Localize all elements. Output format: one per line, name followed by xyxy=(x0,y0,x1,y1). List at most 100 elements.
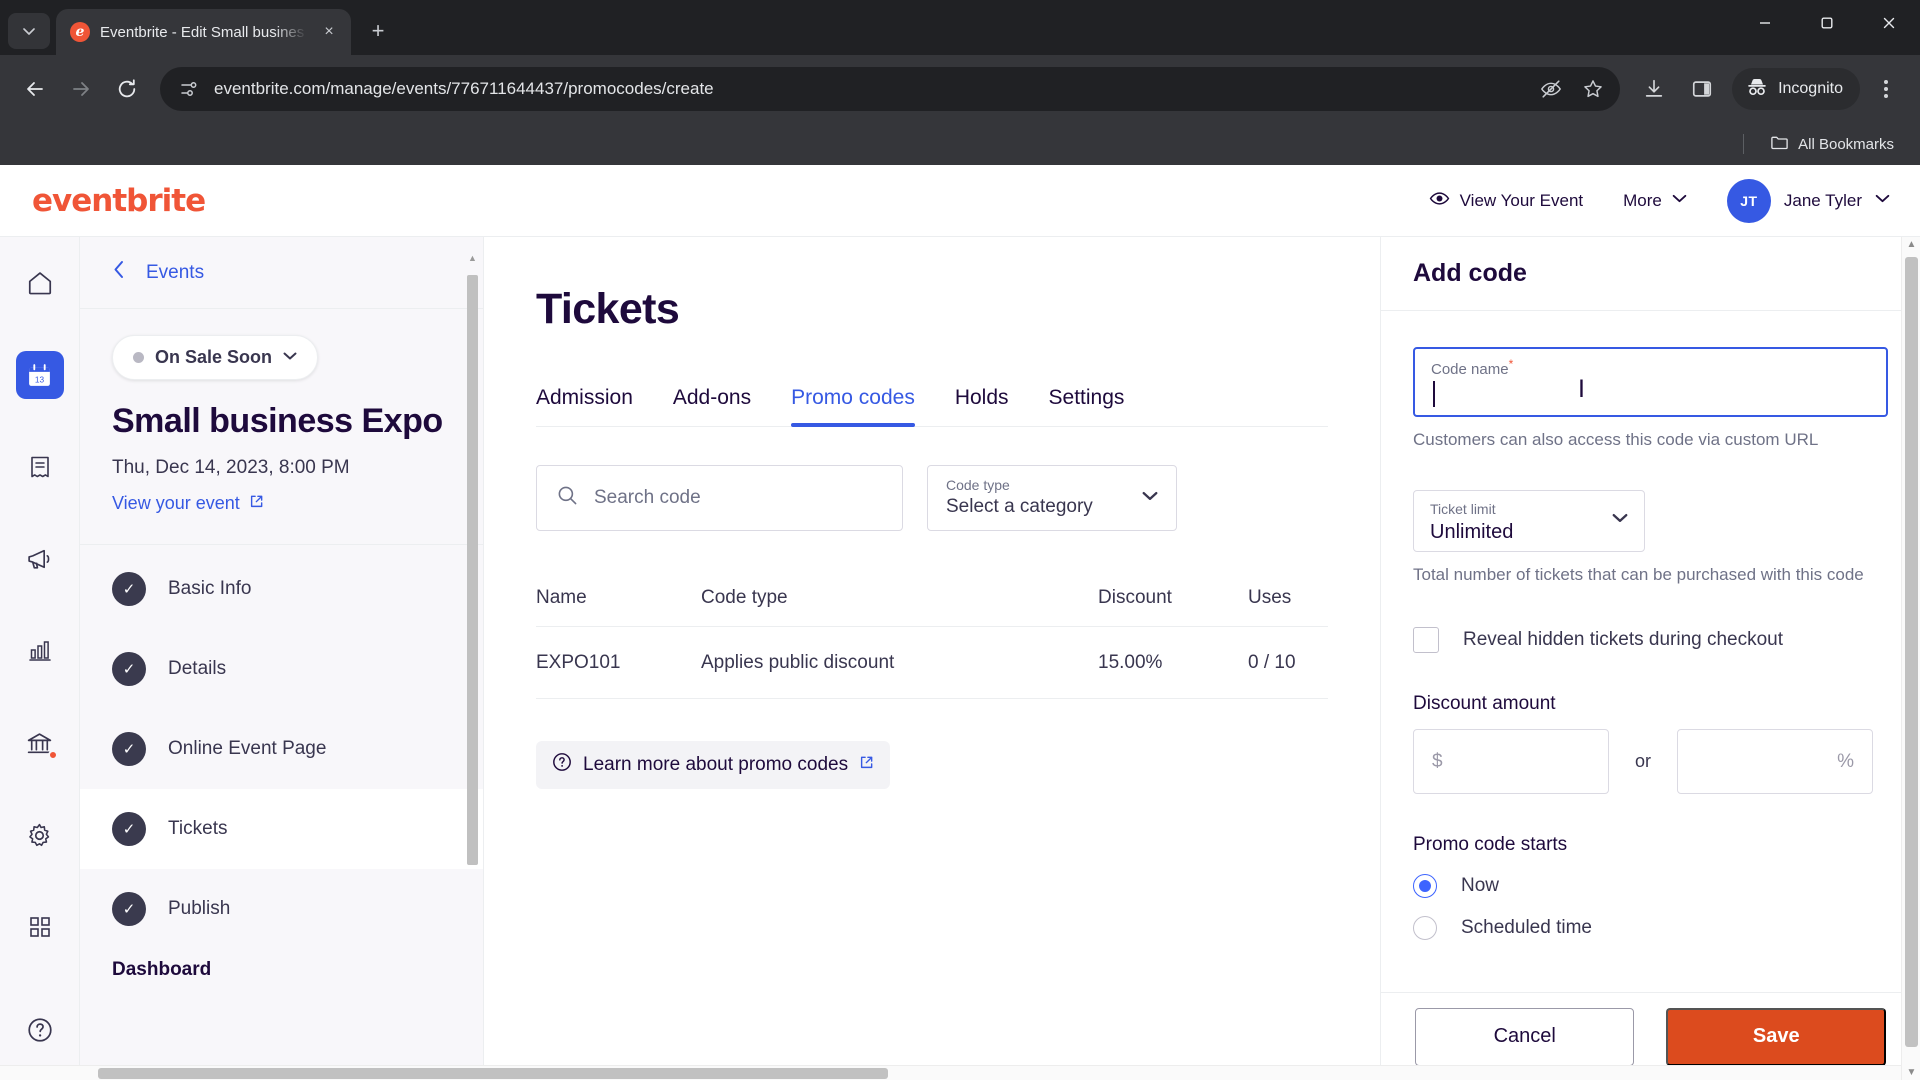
tab-search-button[interactable] xyxy=(8,13,50,49)
tab-promo-codes[interactable]: Promo codes xyxy=(791,386,915,427)
code-name-helper: Customers can also access this code via … xyxy=(1413,430,1819,449)
step-online-event-page[interactable]: ✓ Online Event Page xyxy=(80,709,483,789)
browser-tab[interactable]: e Eventbrite - Edit Small busines × xyxy=(56,9,351,55)
step-basic-info[interactable]: ✓ Basic Info xyxy=(80,549,483,629)
site-settings-icon[interactable] xyxy=(178,78,200,100)
event-status-dropdown[interactable]: On Sale Soon xyxy=(112,335,319,380)
section-dashboard[interactable]: Dashboard xyxy=(80,949,483,993)
tab-title: Eventbrite - Edit Small busines xyxy=(100,23,305,41)
table-row[interactable]: EXPO101 Applies public discount 15.00% 0… xyxy=(536,627,1328,699)
status-dot-icon xyxy=(133,352,144,363)
incognito-indicator[interactable]: Incognito xyxy=(1732,68,1860,110)
ticket-limit-select[interactable]: Ticket limit Unlimited xyxy=(1413,490,1645,552)
tab-add-ons[interactable]: Add-ons xyxy=(673,386,751,426)
rail-item-home[interactable] xyxy=(16,259,64,307)
reveal-hidden-tickets-row[interactable]: Reveal hidden tickets during checkout xyxy=(1413,627,1888,653)
more-menu-button[interactable]: More xyxy=(1623,191,1687,211)
reload-icon[interactable] xyxy=(106,68,148,110)
bar-chart-icon xyxy=(28,641,51,661)
step-publish[interactable]: ✓ Publish xyxy=(80,869,483,949)
chevron-left-icon xyxy=(112,260,126,285)
tab-settings[interactable]: Settings xyxy=(1049,386,1125,426)
rail-item-reports[interactable] xyxy=(16,627,64,675)
reveal-hidden-tickets-checkbox[interactable] xyxy=(1413,627,1439,653)
cancel-button[interactable]: Cancel xyxy=(1415,1007,1635,1066)
step-tickets[interactable]: ✓ Tickets xyxy=(80,789,483,870)
back-to-events-button[interactable]: Events xyxy=(80,237,483,309)
download-icon[interactable] xyxy=(1632,67,1676,111)
rail-item-marketing[interactable] xyxy=(16,535,64,583)
tab-holds[interactable]: Holds xyxy=(955,386,1009,426)
star-icon[interactable] xyxy=(1580,76,1606,102)
page-title: Tickets xyxy=(536,285,680,333)
back-arrow-icon[interactable] xyxy=(14,68,56,110)
back-to-events-label: Events xyxy=(146,261,205,283)
grid-icon xyxy=(29,917,50,937)
incognito-icon xyxy=(1745,75,1769,104)
rail-item-orders[interactable] xyxy=(16,443,64,491)
close-window-icon[interactable] xyxy=(1858,0,1920,46)
code-type-value: Select a category xyxy=(946,496,1093,517)
page-viewport: eventbrite View Your Event More JT Jane … xyxy=(0,165,1920,1080)
view-your-event-link[interactable]: View your event xyxy=(112,493,264,514)
discount-dollar-input[interactable]: $ xyxy=(1413,729,1609,794)
forward-arrow-icon[interactable] xyxy=(60,68,102,110)
radio-now[interactable] xyxy=(1413,874,1437,898)
code-type-select[interactable]: Code type Select a category xyxy=(927,465,1177,531)
page-vertical-scrollbar[interactable]: ▲ ▼ xyxy=(1901,237,1920,1080)
learn-more-label: Learn more about promo codes xyxy=(583,754,849,775)
incognito-label: Incognito xyxy=(1778,80,1843,97)
bookmarks-divider xyxy=(1743,134,1745,154)
minimize-icon[interactable] xyxy=(1734,0,1796,46)
scrollbar-thumb[interactable] xyxy=(467,275,478,865)
all-bookmarks-button[interactable]: All Bookmarks xyxy=(1762,128,1902,161)
scroll-up-arrow-icon[interactable]: ▲ xyxy=(466,253,479,263)
event-nav-scrollbar[interactable]: ▲ xyxy=(466,253,479,1052)
notification-badge xyxy=(47,750,58,760)
cell-discount: 15.00% xyxy=(1098,651,1163,673)
scroll-down-arrow-icon[interactable]: ▼ xyxy=(1902,1067,1920,1078)
browser-toolbar: eventbrite.com/manage/events/77671164443… xyxy=(0,55,1920,123)
view-your-event-button[interactable]: View Your Event xyxy=(1429,188,1584,214)
scrollbar-thumb[interactable] xyxy=(1905,257,1918,1047)
rail-item-finance[interactable] xyxy=(16,719,64,767)
rail-item-events[interactable]: 13 xyxy=(15,351,64,399)
promo-starts-scheduled-option[interactable]: Scheduled time xyxy=(1413,916,1888,940)
eventbrite-logo[interactable]: eventbrite xyxy=(32,183,206,219)
page-horizontal-scrollbar[interactable] xyxy=(0,1065,1901,1080)
rail-item-help[interactable] xyxy=(16,1006,64,1054)
page-body: 13 Events On Sale Soon Small business Ex… xyxy=(0,237,1920,1080)
discount-percent-input[interactable]: % xyxy=(1677,729,1873,794)
save-button[interactable]: Save xyxy=(1666,1007,1886,1066)
all-bookmarks-label: All Bookmarks xyxy=(1798,135,1894,153)
help-circle-icon xyxy=(27,1018,52,1042)
new-tab-button[interactable]: + xyxy=(361,14,395,48)
scrollbar-thumb[interactable] xyxy=(98,1068,888,1079)
rail-item-apps[interactable] xyxy=(16,903,64,951)
view-your-event-label: View Your Event xyxy=(1459,190,1584,210)
user-menu-button[interactable]: JT Jane Tyler xyxy=(1726,178,1890,223)
chevron-down-icon xyxy=(1142,488,1158,509)
maximize-icon[interactable] xyxy=(1796,0,1858,46)
close-tab-button[interactable]: × xyxy=(317,20,341,44)
tab-admission[interactable]: Admission xyxy=(536,386,633,426)
code-name-input[interactable]: Code name* I xyxy=(1413,347,1888,417)
scroll-up-arrow-icon[interactable]: ▲ xyxy=(1902,239,1920,250)
promo-starts-now-option[interactable]: Now xyxy=(1413,874,1888,898)
address-bar[interactable]: eventbrite.com/manage/events/77671164443… xyxy=(160,67,1621,111)
radio-scheduled-time-label: Scheduled time xyxy=(1461,917,1592,938)
step-label: Basic Info xyxy=(168,578,252,600)
promo-code-starts-title: Promo code starts xyxy=(1413,834,1568,855)
cell-name: EXPO101 xyxy=(536,651,621,673)
check-icon: ✓ xyxy=(112,572,146,607)
search-code-input[interactable]: Search code xyxy=(536,465,903,531)
side-panel-icon[interactable] xyxy=(1680,67,1724,111)
radio-scheduled-time[interactable] xyxy=(1413,916,1437,940)
step-details[interactable]: ✓ Details xyxy=(80,629,483,709)
more-label: More xyxy=(1623,190,1662,210)
event-nav-panel: Events On Sale Soon Small business Expo … xyxy=(80,237,484,1080)
eye-off-icon[interactable] xyxy=(1538,76,1564,102)
learn-more-promo-codes-link[interactable]: Learn more about promo codes xyxy=(536,741,891,789)
rail-item-settings[interactable] xyxy=(16,811,64,859)
kebab-menu-icon[interactable] xyxy=(1866,67,1906,111)
